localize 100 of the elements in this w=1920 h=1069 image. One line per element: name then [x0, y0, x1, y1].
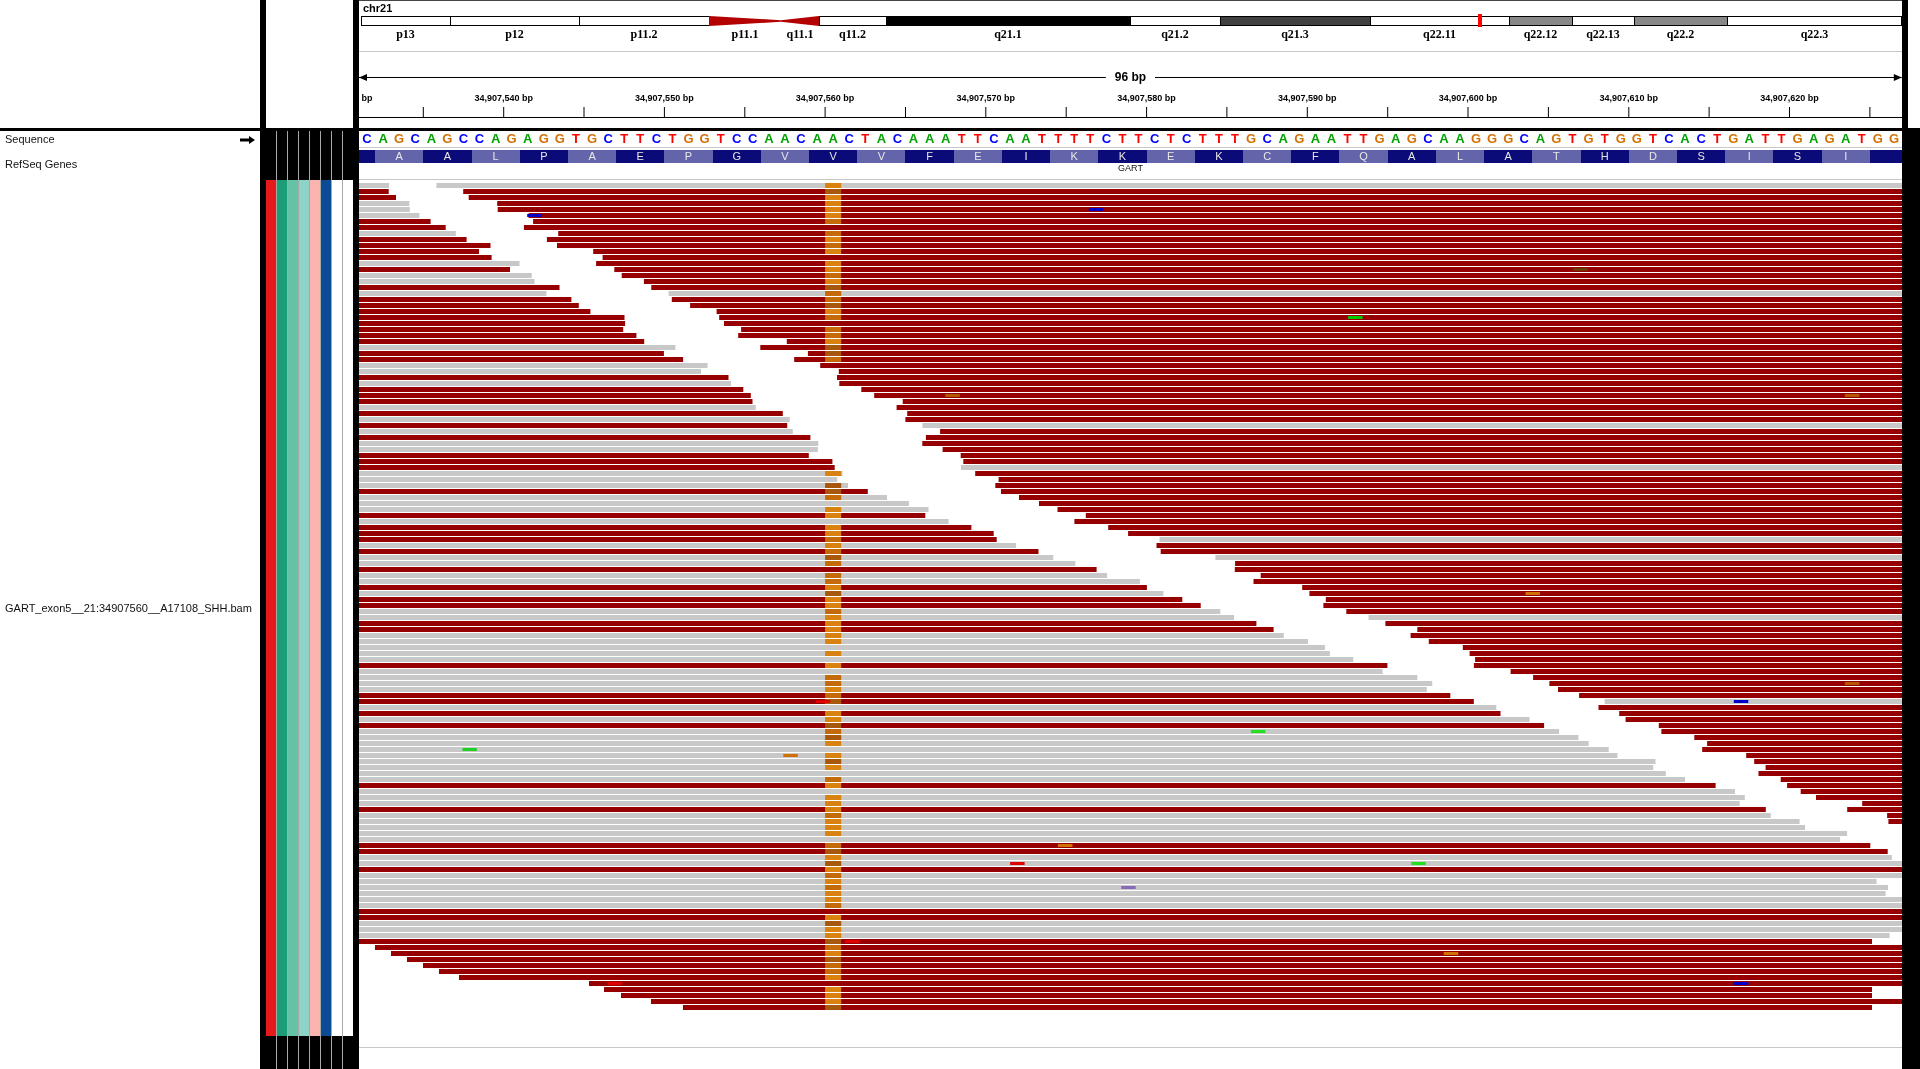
centromere-band[interactable] [781, 16, 819, 26]
base-letter: T [1198, 131, 1207, 147]
band-label: p12 [505, 28, 524, 41]
base-letter: A [1744, 131, 1754, 147]
arrow-icon[interactable] [240, 135, 255, 144]
base-letter: G [506, 131, 517, 147]
base-letter: G [1245, 131, 1257, 147]
amino-acid-cell: A [1387, 150, 1436, 163]
band-label: q22.12 [1523, 28, 1558, 41]
ruler-tick-label: 34,907,620 bp [1760, 93, 1819, 104]
band-label: p13 [396, 28, 415, 41]
base-letter: A [780, 131, 790, 147]
base-letter: G [1551, 131, 1562, 147]
base-letter: G [1583, 131, 1594, 147]
band-label: q22.11 [1423, 28, 1456, 41]
base-letter: G [1888, 131, 1899, 147]
base-letter: G [538, 131, 549, 147]
band-label: p11.2 [630, 28, 658, 41]
base-letter: C [1519, 131, 1529, 147]
base-letter: C [1696, 131, 1706, 147]
ruler-tick-label: 34,907,590 bp [1278, 93, 1337, 104]
base-letter: T [1214, 131, 1223, 147]
track-name[interactable]: Sequence [5, 133, 55, 146]
chromosome-band[interactable] [450, 16, 579, 26]
base-letter: T [1054, 131, 1063, 147]
base-letter: C [1149, 131, 1160, 147]
base-letter: G [1728, 131, 1739, 147]
base-letter: G [1406, 131, 1417, 147]
chromosome-band[interactable] [361, 16, 450, 26]
amino-acid-cell: P [519, 150, 568, 163]
base-letter: T [1231, 131, 1239, 147]
chromosome-band[interactable] [1572, 16, 1634, 26]
amino-acid-cell: K [1194, 150, 1243, 163]
base-letter: A [1439, 131, 1449, 147]
track-name[interactable]: RefSeq Genes [5, 158, 78, 171]
amino-acid-cell: P [664, 150, 713, 163]
base-letter: T [1857, 131, 1866, 147]
chromosome-band[interactable] [579, 16, 709, 26]
base-letter: A [1808, 131, 1819, 147]
base-letter: G [1487, 131, 1498, 147]
base-letter: A [1535, 131, 1546, 147]
base-letter: G [1872, 131, 1883, 147]
base-letter: T [1118, 131, 1127, 147]
base-letter: G [587, 131, 598, 147]
base-letter: G [1294, 131, 1305, 147]
codon-block [1869, 150, 1902, 163]
amino-acid-cell: H [1580, 150, 1629, 163]
base-letter: C [651, 131, 662, 147]
base-letter: T [1038, 131, 1047, 147]
chromosome-band[interactable] [1634, 16, 1727, 26]
amino-acid-cell: I [1725, 150, 1774, 163]
band-label: q22.13 [1586, 28, 1620, 41]
base-letter: G [1374, 131, 1385, 147]
base-letter: C [362, 131, 372, 147]
chromosome-band[interactable] [1727, 16, 1902, 26]
base-letter: A [1841, 131, 1851, 147]
amino-acid-cell: S [1676, 150, 1726, 163]
chromosome-band[interactable] [819, 16, 886, 26]
base-letter: G [394, 131, 405, 147]
base-letter: G [683, 131, 694, 147]
chromosome-band[interactable] [1370, 16, 1509, 26]
base-letter: C [748, 131, 758, 147]
base-letter: G [442, 131, 453, 147]
amino-acid-cell: E [953, 150, 1002, 163]
amino-acid-cell: E [616, 150, 665, 163]
span-length-label: 96 bp [1113, 70, 1148, 84]
amino-acid-cell: Q [1339, 150, 1388, 163]
base-letter: C [458, 131, 469, 147]
amino-acid-cell: L [1435, 150, 1485, 163]
base-letter: C [844, 131, 854, 147]
base-letter: T [1166, 131, 1175, 147]
ruler-tick-label: 34,907,560 bp [795, 93, 855, 104]
chromosome-band[interactable] [1509, 16, 1572, 26]
ruler-tick-label: 34,907,540 bp [474, 93, 533, 104]
amino-acid-cell: V [809, 150, 858, 163]
base-letter: G [699, 131, 710, 147]
base-letter: G [1792, 131, 1803, 147]
base-letter: A [940, 131, 951, 147]
ruler-tick-label: 34,907,600 bp [1438, 93, 1498, 104]
amino-acid-cell: G [712, 150, 761, 163]
centromere-band[interactable] [709, 16, 781, 26]
band-label: q11.1 [786, 28, 814, 41]
base-letter: A [908, 131, 919, 147]
base-letter: T [973, 131, 982, 147]
base-letter: C [1262, 131, 1272, 147]
band-label: q11.2 [839, 28, 866, 41]
base-letter: A [1310, 131, 1320, 147]
base-letter: A [1278, 131, 1288, 147]
amino-acid-cell: F [905, 150, 954, 163]
amino-acid-cell: V [760, 150, 810, 163]
base-letter: T [957, 131, 966, 147]
chromosome-band[interactable] [1130, 16, 1220, 26]
base-letter: T [1343, 131, 1352, 147]
base-letter: T [636, 131, 645, 147]
base-letter: G [1824, 131, 1835, 147]
band-label: q21.3 [1281, 28, 1309, 41]
track-name[interactable]: GART_exon5__21:34907560__A17108_SHH.bam [5, 601, 252, 615]
base-letter: T [620, 131, 629, 147]
base-letter: T [1070, 131, 1079, 147]
ruler-tick-label: 34,907,580 bp [1117, 93, 1176, 104]
